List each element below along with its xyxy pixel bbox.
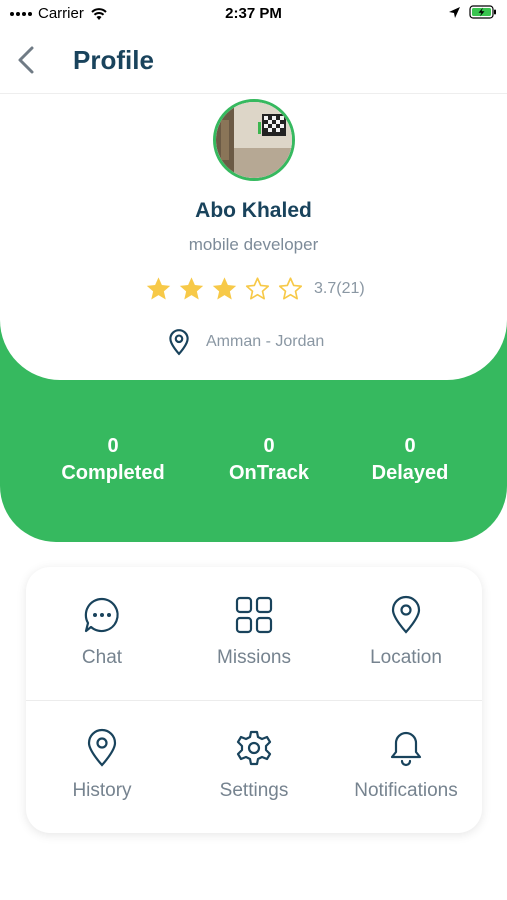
avatar[interactable] — [213, 99, 295, 181]
battery-charging-icon — [469, 5, 496, 19]
grid-icon — [235, 596, 273, 634]
stat-completed-label: Completed — [61, 462, 165, 484]
menu-label-settings: Settings — [219, 780, 289, 801]
back-button[interactable] — [12, 42, 44, 78]
page-title: Profile — [73, 45, 154, 75]
stat-delayed-label: Delayed — [371, 462, 449, 484]
location-row: Amman - Jordan — [166, 328, 324, 356]
user-name: Abo Khaled — [195, 199, 312, 222]
location-text: Amman - Jordan — [206, 333, 325, 350]
stat-delayed-value: 0 — [404, 435, 416, 457]
menu-item-missions[interactable]: Missions — [178, 567, 330, 700]
stat-delayed: 0 Delayed — [341, 435, 479, 485]
star-outline-icon — [245, 277, 270, 300]
stat-ontrack: 0 OnTrack — [200, 435, 338, 485]
menu-item-settings[interactable]: Settings — [178, 700, 330, 833]
menu-label-notifications: Notifications — [354, 780, 458, 801]
menu-item-location[interactable]: Location — [330, 567, 482, 700]
menu-item-chat[interactable]: Chat — [26, 567, 178, 700]
star-outline-icon — [278, 277, 303, 300]
status-right — [448, 5, 497, 19]
chevron-left-icon — [18, 46, 34, 74]
user-role: mobile developer — [188, 235, 319, 254]
star-filled-icon — [146, 277, 171, 300]
menu-label-missions: Missions — [217, 647, 291, 668]
rating-text: 3.7(21) — [314, 280, 365, 297]
stat-completed-value: 0 — [107, 435, 119, 457]
stat-ontrack-value: 0 — [263, 435, 275, 457]
bell-icon — [390, 731, 422, 767]
star-filled-icon — [179, 277, 204, 300]
menu-label-chat: Chat — [81, 647, 123, 668]
star-filled-icon — [212, 277, 237, 300]
location-arrow-icon — [449, 6, 460, 18]
map-pin-icon — [391, 595, 421, 634]
stat-completed: 0 Completed — [44, 435, 182, 485]
map-pin-icon — [169, 329, 189, 356]
menu-label-history: History — [72, 780, 132, 801]
menu-label-location: Location — [370, 647, 442, 668]
app-header: Profile — [0, 28, 507, 94]
avatar-photo — [216, 102, 292, 178]
stat-ontrack-label: OnTrack — [228, 462, 310, 484]
profile-card: Abo Khaled mobile developer 3.7(21) Amma… — [0, 95, 507, 380]
menu-card: Chat Missions Location History Settings — [26, 567, 482, 833]
rating-row: 3.7(21) — [144, 275, 365, 303]
gear-icon — [236, 730, 272, 766]
status-time: 2:37 PM — [225, 5, 282, 22]
map-pin-icon — [87, 728, 117, 767]
status-bar: Carrier 2:37 PM — [0, 0, 507, 28]
menu-item-history[interactable]: History — [26, 700, 178, 833]
chat-bubble-icon — [84, 597, 119, 633]
menu-item-notifications[interactable]: Notifications — [330, 700, 482, 833]
